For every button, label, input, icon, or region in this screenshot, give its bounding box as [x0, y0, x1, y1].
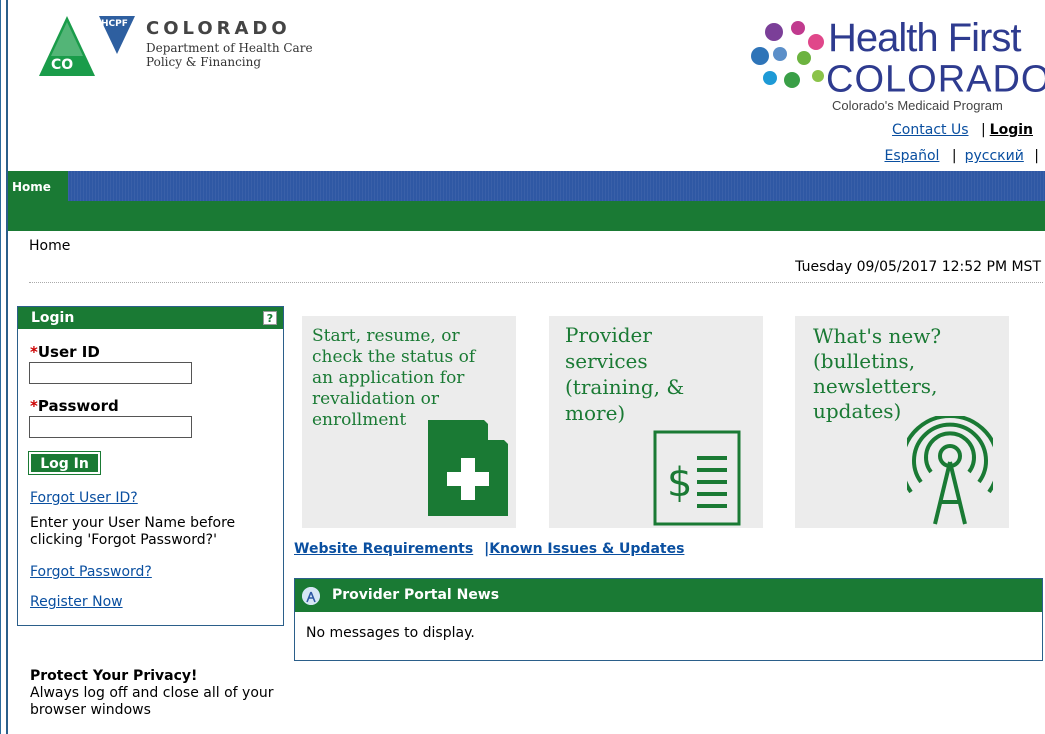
website-requirements-link[interactable]: Website Requirements	[294, 541, 473, 557]
sub-nav-bar	[8, 201, 1045, 231]
news-message: No messages to display.	[306, 625, 475, 641]
hfc-tagline: Colorado's Medicaid Program	[832, 98, 1003, 113]
lang-sep-2: |	[1034, 148, 1039, 164]
help-icon[interactable]: ?	[263, 311, 277, 325]
co-badge-text: CO	[51, 57, 73, 73]
lang-sep-1: |	[951, 148, 957, 164]
login-panel-title: Login	[18, 307, 283, 329]
tile-2-text: Provider services (training, & more)	[565, 323, 685, 425]
provider-portal-news: Provider Portal News No messages to disp…	[294, 578, 1043, 661]
log-in-button[interactable]: Log In	[28, 451, 101, 475]
dollar-list-icon: $	[653, 430, 741, 526]
tile-3-text: What's new? (bulletins, newsletters, upd…	[813, 324, 942, 423]
privacy-notice: Protect Your Privacy! Always log off and…	[30, 668, 280, 719]
broadcast-tower-icon	[907, 416, 993, 525]
privacy-title: Protect Your Privacy!	[30, 668, 198, 684]
tile-whats-new[interactable]: What's new? (bulletins, newsletters, upd…	[795, 316, 1009, 528]
header-sep: |	[980, 122, 986, 138]
russian-link[interactable]: русский	[965, 148, 1024, 164]
required-mark: *	[30, 343, 38, 361]
language-links: Español | русский |	[884, 148, 1039, 164]
register-now-link[interactable]: Register Now	[30, 594, 123, 610]
news-title: Provider Portal News	[295, 579, 1042, 612]
nav-tab-home[interactable]: Home	[8, 171, 68, 201]
dept-name: COLORADO Department of Health Care Polic…	[146, 18, 313, 69]
contact-us-link[interactable]: Contact Us	[892, 122, 968, 138]
info-links: Website Requirements |Known Issues & Upd…	[294, 541, 684, 557]
current-datetime: Tuesday 09/05/2017 12:52 PM MST	[795, 259, 1041, 275]
password-label: *Password	[30, 397, 119, 415]
dept-line-1: Department of Health Care	[146, 41, 313, 55]
forgot-password-link[interactable]: Forgot Password?	[30, 564, 152, 580]
state-title: COLORADO	[146, 18, 291, 39]
svg-text:$: $	[667, 460, 692, 506]
dotted-divider	[29, 282, 1043, 283]
header-links: Contact Us | Login	[892, 122, 1033, 138]
left-border	[6, 0, 8, 734]
top-nav-bar	[8, 171, 1045, 201]
health-first-colorado-logo	[751, 21, 824, 88]
hfc-subtitle: COLORADO™	[826, 58, 1045, 101]
user-id-label: *User ID	[30, 343, 100, 361]
breadcrumb: Home	[29, 238, 71, 254]
required-mark: *	[30, 397, 38, 415]
hcpf-badge-text: HCPF	[101, 19, 128, 29]
forgot-user-id-link[interactable]: Forgot User ID?	[30, 490, 138, 506]
document-plus-icon	[428, 420, 508, 516]
tile-application-status[interactable]: Start, resume, or check the status of an…	[302, 316, 516, 528]
password-input[interactable]	[29, 416, 192, 438]
hcpf-logo: CO HCPF	[39, 16, 135, 76]
espanol-link[interactable]: Español	[884, 148, 939, 164]
user-id-input[interactable]	[29, 362, 192, 384]
known-issues-link[interactable]: Known Issues & Updates	[489, 541, 684, 557]
login-panel: Login ? *User ID *Password Log In Forgot…	[17, 306, 284, 626]
dept-line-2: Policy & Financing	[146, 55, 262, 69]
tile-provider-services[interactable]: Provider services (training, & more) $	[549, 316, 763, 528]
privacy-text: Always log off and close all of your bro…	[30, 685, 274, 718]
news-tower-icon	[302, 587, 320, 605]
tile-1-text: Start, resume, or check the status of an…	[312, 326, 476, 430]
hfc-title: Health First	[828, 16, 1021, 60]
login-link[interactable]: Login	[990, 122, 1033, 138]
forgot-password-note: Enter your User Name before clicking 'Fo…	[30, 515, 236, 548]
